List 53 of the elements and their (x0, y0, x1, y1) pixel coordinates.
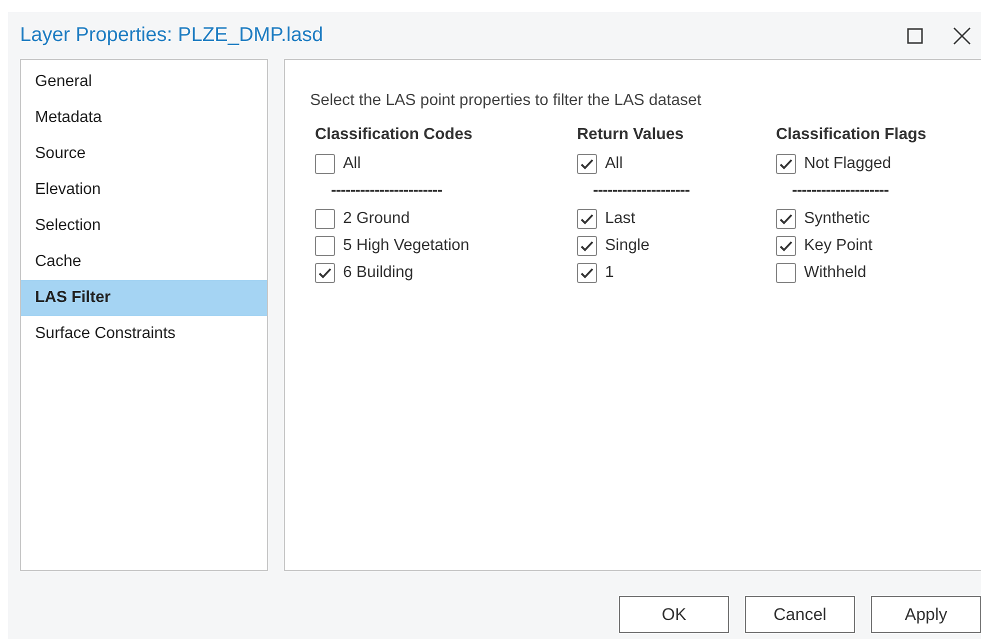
dialog-button[interactable]: Cancel (745, 596, 855, 633)
sidebar-item[interactable]: Cache (21, 244, 267, 280)
group-heading: Classification Flags (776, 126, 928, 145)
checkbox-label: Single (605, 236, 650, 254)
sidebar-item[interactable]: LAS Filter (21, 280, 267, 316)
checkbox-label: 6 Building (343, 264, 414, 282)
checkbox[interactable] (315, 208, 335, 228)
sidebar-item[interactable]: Source (21, 136, 267, 172)
maximize-icon[interactable] (905, 26, 925, 46)
group-heading: Classification Codes (315, 126, 474, 145)
checkbox[interactable] (315, 154, 335, 174)
check-icon (779, 240, 793, 252)
check-icon (580, 158, 594, 170)
checkbox-label: 5 High Vegetation (343, 236, 470, 254)
sidebar-item[interactable]: General (21, 64, 267, 100)
checkbox[interactable] (315, 262, 335, 282)
checkbox-label: Withheld (804, 264, 866, 282)
checkbox-label: 1 (605, 264, 614, 282)
sidebar-item[interactable]: Metadata (21, 100, 267, 136)
check-icon (580, 240, 594, 252)
check-icon (779, 212, 793, 224)
dialog-button[interactable]: OK (619, 596, 729, 633)
checkbox[interactable] (577, 208, 597, 228)
check-icon (580, 266, 594, 278)
checkbox-label: 2 Ground (343, 210, 410, 228)
instruction-text: Select the LAS point properties to filter the LAS dataset (310, 92, 702, 110)
checkbox-label: Key Point (804, 236, 872, 254)
checkbox-label: All (605, 154, 623, 172)
sidebar-item[interactable]: Elevation (21, 172, 267, 208)
checkbox[interactable] (577, 262, 597, 282)
checkbox-label: Synthetic (804, 210, 870, 228)
checkbox-label: Not Flagged (804, 154, 892, 172)
checkbox[interactable] (577, 154, 597, 174)
checkbox-label: All (343, 154, 361, 172)
checkbox[interactable] (776, 154, 796, 174)
checkbox[interactable] (776, 208, 796, 228)
check-icon (580, 212, 594, 224)
separator-text: -------------------- (791, 181, 890, 201)
check-icon (779, 158, 793, 170)
checkbox[interactable] (315, 236, 335, 256)
dialog-button[interactable]: Apply (871, 596, 981, 633)
checkbox[interactable] (776, 236, 796, 256)
group-heading: Return Values (577, 126, 685, 145)
sidebar-item[interactable]: Surface Constraints (21, 316, 267, 352)
sidebar-item[interactable]: Selection (21, 208, 267, 244)
checkbox[interactable] (577, 236, 597, 256)
check-icon (318, 266, 332, 278)
close-icon[interactable] (951, 24, 973, 46)
window-title: Layer Properties: PLZE_DMP.lasd (20, 24, 324, 47)
checkbox[interactable] (776, 262, 796, 282)
separator-text: ----------------------- (330, 181, 444, 201)
checkbox-label: Last (605, 210, 636, 228)
separator-text: -------------------- (592, 181, 691, 201)
